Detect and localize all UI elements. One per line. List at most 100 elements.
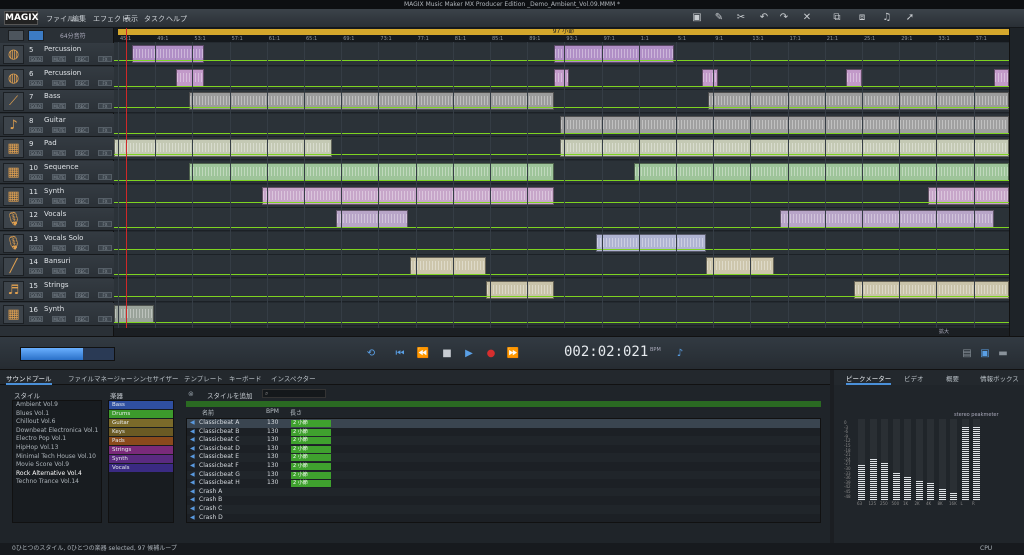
loop-row[interactable]: ◀ Classicbeat F 130 2 小節 [187, 461, 820, 471]
audio-clip[interactable] [706, 257, 774, 276]
loop-row[interactable]: ◀ Classicbeat G 130 2 小節 [187, 470, 820, 480]
track-solo-button[interactable]: SOLO [29, 103, 43, 110]
track-solo-button[interactable]: SOLO [29, 150, 43, 157]
track-fx-button[interactable]: FX [98, 174, 112, 180]
audio-clip[interactable] [780, 210, 994, 229]
style-list[interactable]: Ambient Vol.9 Blues Vol.1 Chillout Vol.6 Do… [12, 400, 102, 523]
track-name[interactable]: Bass [44, 92, 60, 100]
style-item[interactable]: Movie Score Vol.9 [13, 461, 101, 470]
volume-curve[interactable] [114, 107, 1009, 109]
fast-forward-icon[interactable]: ⏩ [506, 347, 520, 361]
track-solo-button[interactable]: SOLO [29, 174, 43, 180]
track-mute-button[interactable]: MUTE [52, 126, 66, 133]
track-solo-button[interactable]: SOLO [29, 56, 43, 62]
delete-icon[interactable]: ✕ [800, 12, 814, 24]
pointer-icon[interactable]: ➚ [903, 12, 917, 24]
style-item[interactable]: Downbeat Electronica Vol.1 [13, 427, 101, 436]
to-start-icon[interactable]: ⏮ [393, 347, 407, 361]
track-mute-button[interactable]: MUTE [52, 268, 66, 275]
track-mute-button[interactable]: MUTE [52, 292, 66, 298]
track-rec-button[interactable]: REC [75, 244, 89, 251]
copy-icon[interactable]: ⧉ [830, 12, 844, 24]
volume-curve[interactable] [114, 85, 1009, 87]
menu-5[interactable]: ヘルプ [166, 14, 187, 24]
track-fx-button[interactable]: FX [98, 150, 112, 157]
track-fx-button[interactable]: FX [98, 244, 112, 251]
track-lane[interactable] [114, 66, 1009, 90]
track-mute-button[interactable]: MUTE [52, 150, 66, 157]
track-rec-button[interactable]: REC [75, 315, 89, 322]
track-mute-button[interactable]: MUTE [52, 221, 66, 228]
add-style-button[interactable]: スタイルを追加 [207, 390, 253, 400]
track-name[interactable]: Percussion [44, 45, 81, 53]
track-fx-button[interactable]: FX [98, 292, 112, 298]
audio-clip[interactable] [176, 68, 204, 87]
reset-icon[interactable]: ⊗ [188, 390, 194, 398]
track-mute-button[interactable]: MUTE [52, 315, 66, 322]
col-bpm[interactable]: BPM [266, 408, 279, 415]
view-toggle-tracks[interactable] [8, 30, 24, 41]
audio-clip[interactable] [994, 68, 1009, 87]
horizontal-scrollbar[interactable]: 拡大 [114, 328, 1009, 336]
loop-row[interactable]: ◀ Classicbeat B 130 2 小節 [187, 427, 820, 437]
track-name[interactable]: Guitar [44, 116, 66, 124]
tab-2[interactable]: シンセサイザー [133, 373, 179, 383]
track-name[interactable]: Vocals [44, 210, 66, 218]
track-name[interactable]: Percussion [44, 69, 81, 77]
audio-clip[interactable] [189, 163, 554, 181]
track-name[interactable]: Sequence [44, 163, 79, 171]
style-item[interactable]: Rock Alternative Vol.4 [13, 470, 101, 479]
tab-3[interactable]: テンプレート [184, 373, 223, 383]
track-name[interactable]: Pad [44, 139, 57, 147]
edit-tool-icon[interactable]: ✎ [712, 12, 726, 24]
track-solo-button[interactable]: SOLO [29, 79, 43, 86]
loop-row[interactable]: ◀ Classicbeat H 130 2 小節 [187, 479, 820, 488]
audio-clip[interactable] [634, 163, 1009, 181]
track-rec-button[interactable]: REC [75, 292, 89, 298]
track-name[interactable]: Strings [44, 281, 69, 289]
right-tab-0[interactable]: ピークメーター [846, 373, 892, 385]
track-solo-button[interactable]: SOLO [29, 221, 43, 228]
menu-1[interactable]: 編集 [72, 14, 86, 24]
loop-row[interactable]: ◀ Classicbeat A 130 2 小節 [187, 419, 820, 428]
track-rec-button[interactable]: REC [75, 150, 89, 157]
loop-speaker-icon[interactable]: ◀ [190, 514, 195, 522]
track-mute-button[interactable]: MUTE [52, 197, 66, 204]
loop-icon[interactable]: ⟲ [364, 347, 378, 361]
volume-curve[interactable] [114, 274, 1009, 276]
track-fx-button[interactable]: FX [98, 221, 112, 228]
loop-speaker-icon[interactable]: ◀ [190, 462, 195, 471]
record-icon[interactable]: ● [484, 347, 498, 361]
metronome-icon[interactable]: ♫ [880, 12, 894, 24]
menu-3[interactable]: 表示 [124, 14, 138, 24]
volume-curve[interactable] [114, 60, 1009, 61]
col-name[interactable]: 名前 [202, 408, 214, 417]
volume-curve[interactable] [114, 321, 1009, 323]
audio-clip[interactable] [410, 257, 486, 276]
loop-speaker-icon[interactable]: ◀ [190, 445, 195, 454]
loop-speaker-icon[interactable]: ◀ [190, 488, 195, 497]
track-lane[interactable] [114, 302, 1009, 326]
track-lane[interactable] [114, 137, 1009, 161]
track-fx-button[interactable]: FX [98, 197, 112, 204]
search-input[interactable]: ⌕ [262, 389, 326, 398]
track-fx-button[interactable]: FX [98, 56, 112, 62]
track-solo-button[interactable]: SOLO [29, 268, 43, 275]
volume-curve[interactable] [114, 154, 1009, 156]
track-fx-button[interactable]: FX [98, 126, 112, 133]
track-fx-button[interactable]: FX [98, 268, 112, 275]
loop-speaker-icon[interactable]: ◀ [190, 505, 195, 514]
loop-row[interactable]: ◀ Crash B [187, 496, 820, 505]
rewind-icon[interactable]: ⏪ [416, 347, 430, 361]
track-name[interactable]: Synth [44, 187, 64, 195]
track-lane[interactable] [114, 90, 1009, 114]
track-rec-button[interactable]: REC [75, 174, 89, 180]
loop-speaker-icon[interactable]: ◀ [190, 479, 195, 488]
track-solo-button[interactable]: SOLO [29, 292, 43, 298]
track-rec-button[interactable]: REC [75, 126, 89, 133]
audio-clip[interactable] [702, 68, 718, 87]
loop-range[interactable]: 97 小節 [118, 29, 1009, 35]
style-item[interactable]: Ambient Vol.9 [13, 401, 101, 410]
loop-preview-bar[interactable] [186, 401, 821, 407]
instrument-item[interactable]: Vocals [109, 463, 173, 473]
